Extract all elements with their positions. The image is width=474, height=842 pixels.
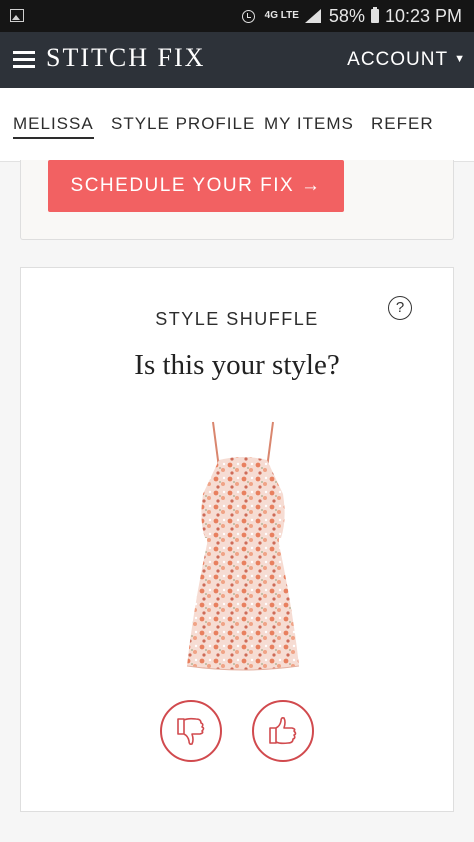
tab-my-items[interactable]: MY ITEMS <box>264 114 354 134</box>
status-bar: 4G LTE 58% 10:23 PM <box>0 0 474 32</box>
style-question: Is this your style? <box>134 349 340 381</box>
alarm-icon <box>241 9 255 23</box>
battery-icon <box>370 7 379 23</box>
gallery-notification-icon <box>10 9 24 22</box>
nav-tabs: MELISSA STYLE PROFILE MY ITEMS REFER <box>0 88 474 162</box>
app-header: STITCH FIX ACCOUNT ▼ <box>0 32 474 88</box>
schedule-card: SCHEDULE YOUR FIX → <box>20 160 454 240</box>
clock: 10:23 PM <box>384 5 462 26</box>
status-right: 4G LTE 58% 10:23 PM <box>241 0 462 32</box>
dress-image <box>186 421 300 671</box>
thumbs-up-icon <box>269 717 297 745</box>
battery-percent: 58% <box>328 5 365 26</box>
chevron-down-icon: ▼ <box>454 53 466 65</box>
account-menu[interactable]: ACCOUNT ▼ <box>347 49 466 71</box>
tab-refer[interactable]: REFER <box>371 114 434 134</box>
menu-icon[interactable] <box>13 51 35 68</box>
signal-icon <box>304 9 321 23</box>
network-type: 4G LTE <box>264 10 299 21</box>
dislike-button[interactable] <box>160 700 222 762</box>
schedule-fix-button[interactable]: SCHEDULE YOUR FIX → <box>48 160 344 212</box>
tab-style-profile[interactable]: STYLE PROFILE <box>111 114 255 134</box>
style-shuffle-card: STYLE SHUFFLE ? Is this your style? <box>20 267 454 812</box>
brand-logo[interactable]: STITCH FIX <box>46 43 205 73</box>
account-label: ACCOUNT <box>347 49 449 70</box>
help-icon[interactable]: ? <box>388 296 412 320</box>
thumbs-down-icon <box>177 717 205 745</box>
tab-melissa[interactable]: MELISSA <box>13 114 94 139</box>
like-button[interactable] <box>252 700 314 762</box>
